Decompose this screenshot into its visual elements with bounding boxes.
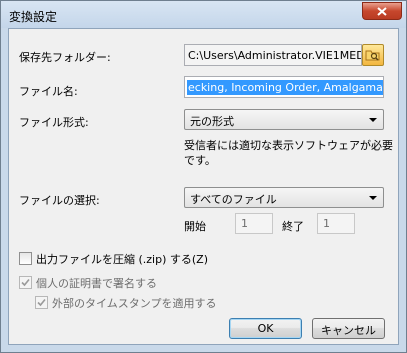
range-end-value: 1 [323, 217, 330, 230]
chevron-down-icon [369, 118, 377, 122]
file-format-label: ファイル形式: [19, 116, 89, 129]
range-start-field[interactable]: 1 [235, 213, 273, 234]
file-name-value: ecking, Incoming Order, Amalgamated P [187, 80, 383, 95]
range-end-field[interactable]: 1 [317, 213, 355, 234]
sign-label[interactable]: 個人の証明書で署名する [36, 275, 157, 291]
timestamp-label[interactable]: 外部のタイムスタンプを適用する [52, 295, 216, 311]
save-folder-value: C:\Users\Administrator.VIE1MEDIA1 [188, 49, 361, 62]
file-selection-label: ファイルの選択: [19, 194, 100, 207]
dialog-title: 変換設定 [9, 10, 58, 24]
ok-button[interactable]: OK [229, 318, 302, 339]
file-selection-value: すべてのファイル [190, 193, 277, 206]
save-folder-label: 保存先フォルダー: [19, 51, 111, 64]
timestamp-checkbox[interactable] [35, 296, 48, 309]
file-selection-select[interactable]: すべてのファイル [184, 187, 384, 208]
file-format-note-2: です。 [184, 154, 216, 167]
sign-checkbox[interactable] [19, 276, 32, 289]
range-start-label: 開始 [184, 220, 206, 233]
cancel-button[interactable]: キャンセル [312, 318, 385, 339]
save-folder-field[interactable]: C:\Users\Administrator.VIE1MEDIA1 [184, 44, 362, 66]
file-format-value: 元の形式 [190, 115, 234, 128]
range-end-label: 終了 [282, 220, 304, 233]
close-icon [377, 7, 387, 16]
file-format-select[interactable]: 元の形式 [184, 109, 384, 130]
title-bar[interactable]: 変換設定 [1, 1, 406, 28]
range-start-value: 1 [241, 217, 248, 230]
file-name-field[interactable]: ecking, Incoming Order, Amalgamated P [184, 76, 384, 98]
file-name-label: ファイル名: [19, 85, 78, 98]
compress-label[interactable]: 出力ファイルを圧縮 (.zip) する(Z) [36, 251, 208, 267]
checkmark-icon [37, 298, 46, 307]
folder-search-icon [365, 50, 380, 61]
dialog-window: 変換設定 保存先フォルダー: C:\Users\Administrator.VI… [0, 0, 407, 353]
checkmark-icon [21, 278, 30, 287]
close-button[interactable] [362, 2, 402, 20]
ok-button-label: OK [257, 322, 274, 335]
compress-checkbox[interactable] [19, 252, 32, 265]
file-format-note-1: 受信者には適切な表示ソフトウェアが必要 [184, 139, 393, 152]
browse-folder-button[interactable] [362, 44, 384, 66]
chevron-down-icon [369, 196, 377, 200]
dialog-body: 保存先フォルダー: C:\Users\Administrator.VIE1MED… [8, 28, 399, 345]
cancel-button-label: キャンセル [321, 324, 376, 337]
